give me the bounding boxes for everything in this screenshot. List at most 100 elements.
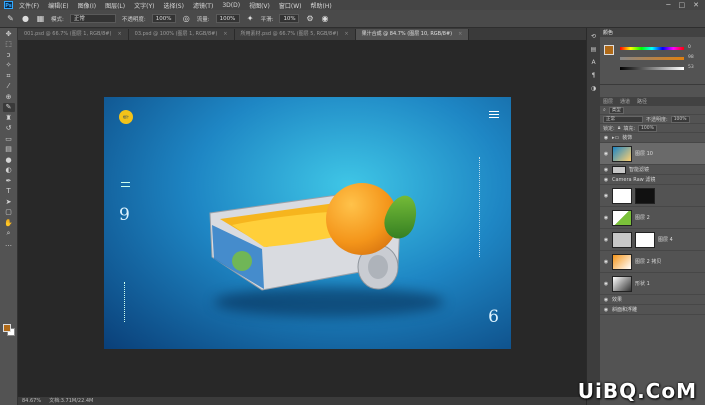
layer-row[interactable]: ◉ 图层 2 拷贝 bbox=[600, 251, 705, 273]
foreground-color-swatch[interactable] bbox=[3, 324, 11, 332]
character-icon[interactable]: A bbox=[589, 59, 598, 67]
tab-channels[interactable]: 通道 bbox=[620, 98, 630, 105]
pen-tool-icon[interactable]: ✒ bbox=[3, 177, 15, 186]
hue-slider[interactable] bbox=[620, 47, 684, 50]
eraser-tool-icon[interactable]: ▭ bbox=[3, 135, 15, 144]
eye-icon[interactable]: ◉ bbox=[603, 297, 609, 303]
layer-row[interactable]: ◉ 图层 2 bbox=[600, 207, 705, 229]
document-tab[interactable]: 001.psd @ 66.7% (图层 1, RGB/8#) × bbox=[18, 29, 129, 40]
document-tab[interactable]: 03.psd @ 100% (图层 1, RGB/8#) × bbox=[128, 29, 235, 40]
brush-tool-icon[interactable]: ✎ bbox=[2, 103, 15, 112]
healing-tool-icon[interactable]: ⊕ bbox=[3, 93, 15, 102]
history-brush-icon[interactable]: ↺ bbox=[3, 124, 15, 133]
brightness-slider[interactable] bbox=[620, 67, 684, 70]
eye-icon[interactable]: ◉ bbox=[603, 177, 609, 183]
mode-select[interactable]: 正常 bbox=[69, 14, 116, 23]
lasso-tool-icon[interactable]: ↄ bbox=[3, 51, 15, 60]
gradient-tool-icon[interactable]: ▤ bbox=[3, 145, 15, 154]
layer-kind-filter[interactable]: 类型 bbox=[608, 106, 624, 114]
tab-layers[interactable]: 图层 bbox=[603, 98, 613, 105]
brush-preset-icon[interactable]: ● bbox=[21, 14, 30, 23]
path-select-tool-icon[interactable]: ➤ bbox=[3, 198, 15, 207]
eye-icon[interactable]: ◉ bbox=[603, 135, 609, 141]
document-artwork[interactable]: 橙汁 9 6 bbox=[104, 97, 511, 349]
eye-icon[interactable]: ◉ bbox=[603, 237, 609, 243]
dodge-tool-icon[interactable]: ◐ bbox=[3, 166, 15, 175]
eye-icon[interactable]: ◉ bbox=[603, 193, 609, 199]
bevel-emboss-row[interactable]: ◉ 斜面和浮雕 bbox=[600, 305, 705, 315]
menu-select[interactable]: 选择(S) bbox=[163, 1, 184, 10]
flow-field[interactable]: 100% bbox=[215, 14, 240, 23]
shape-tool-icon[interactable]: ▢ bbox=[3, 208, 15, 217]
paragraph-icon[interactable]: ¶ bbox=[589, 72, 598, 80]
menu-layer[interactable]: 图层(L) bbox=[105, 1, 125, 10]
smart-filter-row[interactable]: ◉ 智能滤镜 bbox=[600, 165, 705, 175]
document-tab[interactable]: 所用素材.psd @ 66.7% (图层 5, RGB/8#) × bbox=[234, 29, 356, 40]
eye-icon[interactable]: ◉ bbox=[603, 215, 609, 221]
foreground-color-swatch[interactable] bbox=[604, 45, 614, 55]
fill-field[interactable]: 100% bbox=[638, 124, 657, 132]
saturation-slider[interactable] bbox=[620, 57, 684, 60]
layer-row[interactable]: ◉ 图层 4 bbox=[600, 229, 705, 251]
brush-tool-icon[interactable]: ✎ bbox=[6, 14, 15, 23]
pressure-opacity-icon[interactable]: ◎ bbox=[182, 14, 191, 23]
pressure-size-icon[interactable]: ◉ bbox=[320, 14, 329, 23]
eyedropper-tool-icon[interactable]: ⁄ bbox=[3, 82, 15, 91]
properties-icon[interactable]: ▤ bbox=[589, 46, 598, 54]
layer-row[interactable]: ◉ 形状 1 bbox=[600, 273, 705, 295]
smoothing-field[interactable]: 10% bbox=[279, 14, 300, 23]
stamp-tool-icon[interactable]: ♜ bbox=[3, 114, 15, 123]
hand-tool-icon[interactable]: ✋ bbox=[3, 219, 15, 228]
eye-icon[interactable]: ◉ bbox=[603, 307, 609, 313]
camera-raw-filter-row[interactable]: ◉ Camera Raw 滤镜 bbox=[600, 175, 705, 185]
zoom-tool-icon[interactable]: ⌕ bbox=[3, 229, 15, 238]
crop-tool-icon[interactable]: ⌗ bbox=[3, 72, 15, 81]
effects-row[interactable]: ◉ 效果 bbox=[600, 295, 705, 305]
close-icon[interactable]: × bbox=[117, 29, 121, 40]
close-icon[interactable]: ✕ bbox=[693, 1, 699, 9]
menu-type[interactable]: 文字(Y) bbox=[134, 1, 154, 10]
eye-icon[interactable]: ◉ bbox=[603, 167, 609, 173]
brightness-value[interactable]: 53 bbox=[688, 65, 694, 70]
tab-color[interactable]: 颜色 bbox=[603, 29, 613, 36]
menu-edit[interactable]: 编辑(E) bbox=[48, 1, 68, 10]
menu-3d[interactable]: 3D(D) bbox=[222, 2, 240, 9]
maximize-icon[interactable]: □ bbox=[679, 1, 686, 9]
saturation-value[interactable]: 98 bbox=[688, 55, 694, 60]
magic-wand-tool-icon[interactable]: ✧ bbox=[3, 61, 15, 70]
opacity-field[interactable]: 100% bbox=[151, 14, 176, 23]
smoothing-settings-icon[interactable]: ⚙ bbox=[305, 14, 314, 23]
menu-view[interactable]: 视图(V) bbox=[249, 1, 270, 10]
document-tab-active[interactable]: 果汁合成 @ 84.7% (图层 10, RGB/8#) × bbox=[355, 29, 470, 40]
airbrush-icon[interactable]: ✦ bbox=[246, 14, 255, 23]
more-tools-icon[interactable]: … bbox=[3, 240, 15, 249]
marquee-tool-icon[interactable]: ⬚ bbox=[3, 40, 15, 49]
menu-image[interactable]: 图像(I) bbox=[78, 1, 96, 10]
close-icon[interactable]: × bbox=[458, 29, 462, 40]
move-tool-icon[interactable]: ✥ bbox=[3, 30, 15, 39]
blur-tool-icon[interactable]: ● bbox=[3, 156, 15, 165]
close-icon[interactable]: × bbox=[223, 29, 227, 40]
menu-window[interactable]: 窗口(W) bbox=[279, 1, 302, 10]
zoom-level[interactable]: 84.67% bbox=[22, 397, 41, 405]
canvas-area[interactable]: 橙汁 9 6 bbox=[18, 40, 586, 397]
eye-icon[interactable]: ◉ bbox=[603, 259, 609, 265]
minimize-icon[interactable]: ─ bbox=[666, 1, 670, 9]
blend-mode-select[interactable]: 正常 bbox=[603, 115, 643, 123]
menu-help[interactable]: 帮助(H) bbox=[311, 1, 332, 10]
hue-value[interactable]: 0 bbox=[688, 45, 691, 50]
layer-group[interactable]: ◉ ▸▭ 装饰 bbox=[600, 133, 705, 143]
menu-filter[interactable]: 滤镜(T) bbox=[193, 1, 213, 10]
lock-icon[interactable]: 🔒︎ bbox=[618, 125, 621, 131]
eye-icon[interactable]: ◉ bbox=[603, 281, 609, 287]
brush-settings-icon[interactable]: ▦ bbox=[36, 14, 45, 23]
eye-icon[interactable]: ◉ bbox=[603, 151, 609, 157]
tab-paths[interactable]: 路径 bbox=[637, 98, 647, 105]
type-tool-icon[interactable]: T bbox=[3, 187, 15, 196]
close-icon[interactable]: × bbox=[344, 29, 348, 40]
menu-file[interactable]: 文件(F) bbox=[19, 1, 39, 10]
layer-row[interactable]: ◉ 图层 10 bbox=[600, 143, 705, 165]
layer-row[interactable]: ◉ bbox=[600, 185, 705, 207]
history-icon[interactable]: ⟲ bbox=[589, 33, 598, 41]
adjustments-icon[interactable]: ◑ bbox=[589, 85, 598, 93]
